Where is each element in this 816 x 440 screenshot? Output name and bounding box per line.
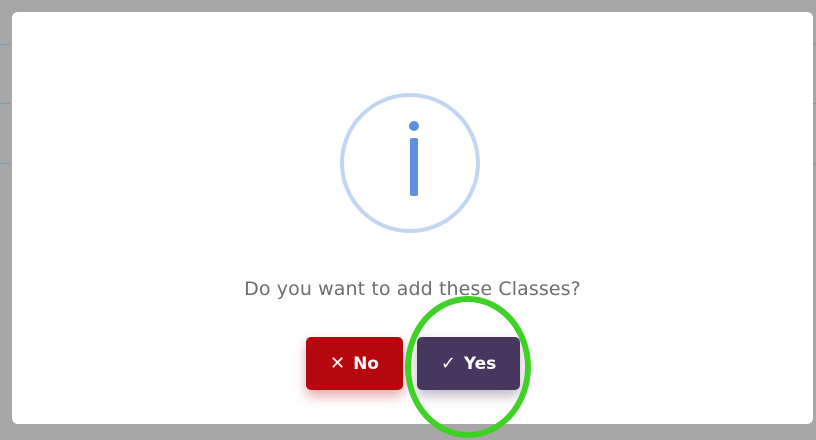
close-icon: ✕	[329, 353, 346, 374]
background-divider	[0, 103, 10, 104]
background-divider	[0, 44, 10, 45]
yes-button-label: Yes	[463, 353, 497, 374]
no-button[interactable]: ✕ No	[306, 337, 403, 390]
yes-button[interactable]: ✓ Yes	[417, 337, 520, 390]
check-icon: ✓	[440, 353, 456, 374]
no-button-label: No	[353, 353, 379, 374]
background-divider	[0, 163, 10, 164]
info-icon	[340, 93, 480, 233]
confirm-dialog: Do you want to add these Classes? ✕ No ✓…	[12, 12, 813, 424]
dialog-message: Do you want to add these Classes?	[244, 278, 581, 300]
info-icon-stem	[410, 138, 418, 196]
info-icon-dot	[409, 121, 419, 131]
